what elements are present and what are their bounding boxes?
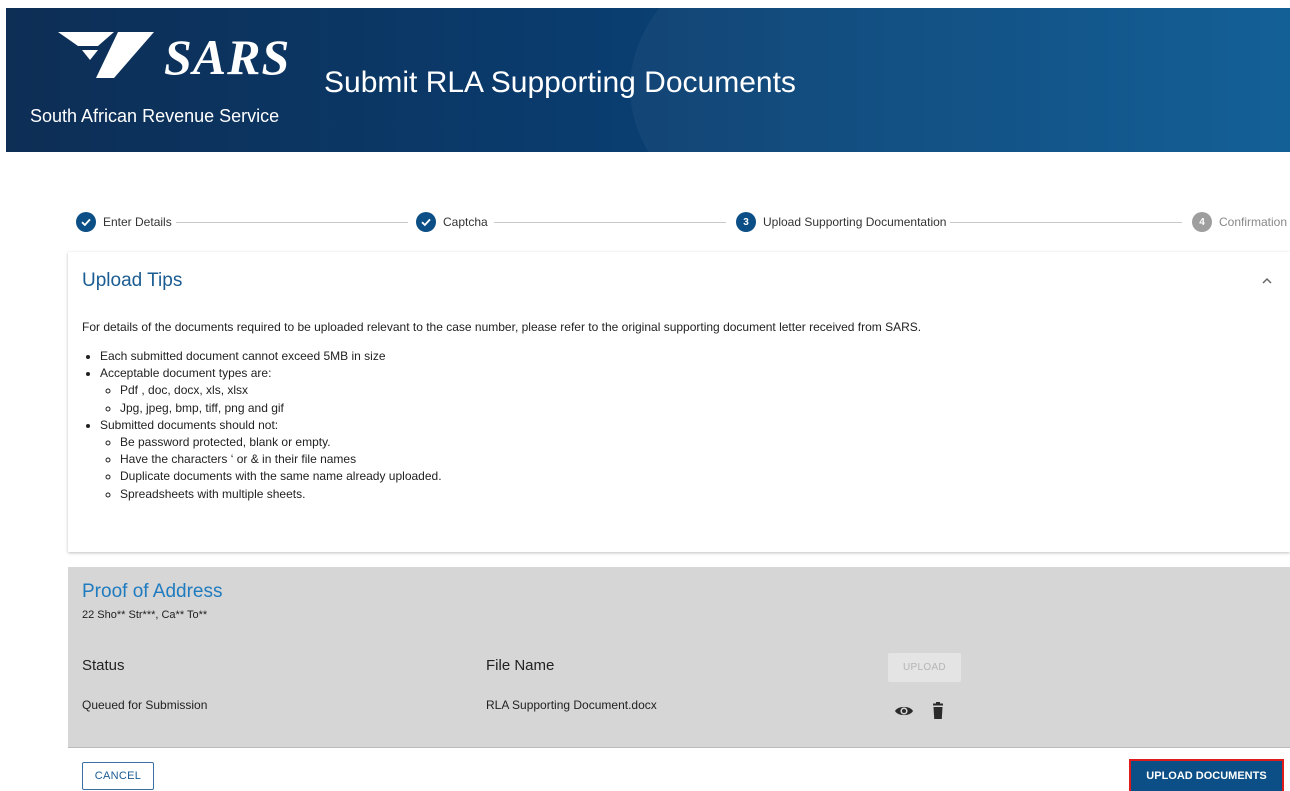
list-item: Pdf , doc, docx, xls, xlsx [120,382,442,399]
step-enter-details[interactable]: Enter Details [76,212,172,232]
list-item: Have the characters ‘ or & in their file… [120,451,442,468]
step-captcha[interactable]: Captcha [416,212,488,232]
header-subtitle: South African Revenue Service [30,106,280,126]
step-label: Upload Supporting Documentation [763,215,947,229]
step-confirmation: 4 Confirmation [1192,212,1287,232]
list-item: Spreadsheets with multiple sheets. [120,486,442,503]
list-item: Jpg, jpeg, bmp, tiff, png and gif [120,400,442,417]
document-address: 22 Sho** Str***, Ca** To** [82,609,208,621]
step-connector [176,222,408,223]
list-item: Be password protected, blank or empty. [120,434,442,451]
status-column-header: Status [82,657,125,674]
chevron-up-icon[interactable] [1260,274,1274,288]
status-value: Queued for Submission [82,698,208,712]
step-upload-supporting-documentation[interactable]: 3 Upload Supporting Documentation [736,212,946,232]
step-number: 4 [1192,212,1212,232]
file-name-value: RLA Supporting Document.docx [486,698,657,712]
list-item: Submitted documents should not: Be passw… [100,417,442,503]
page-title: Submit RLA Supporting Documents [324,66,796,99]
logo-text: SARS [164,29,291,85]
upload-tips-card: Upload Tips For details of the documents… [68,252,1290,552]
upload-button[interactable]: UPLOAD [888,653,961,682]
trash-icon[interactable] [928,701,948,721]
sars-logo-icon [58,32,154,78]
step-label: Captcha [443,215,488,229]
progress-stepper: Enter Details Captcha 3 Upload Supportin… [76,212,1290,234]
app-header: SARS South African Revenue Service Submi… [6,8,1290,152]
step-label: Enter Details [103,215,172,229]
check-icon [76,212,96,232]
eye-icon[interactable] [894,701,914,721]
step-number: 3 [736,212,756,232]
file-name-column-header: File Name [486,657,555,674]
step-label: Confirmation [1219,215,1288,229]
list-item: Acceptable document types are: Pdf , doc… [100,365,442,417]
list-item: Each submitted document cannot exceed 5M… [100,348,442,365]
list-item: Duplicate documents with the same name a… [120,468,442,485]
upload-documents-button[interactable]: UPLOAD DOCUMENTS [1129,759,1284,791]
upload-tips-intro: For details of the documents required to… [82,320,922,334]
sars-logo: SARS [54,26,294,86]
step-connector [950,222,1182,223]
upload-tips-title: Upload Tips [82,270,183,291]
step-connector [494,222,726,223]
document-title: Proof of Address [82,581,223,602]
proof-of-address-panel: Proof of Address 22 Sho** Str***, Ca** T… [68,567,1290,748]
upload-tips-list: Each submitted document cannot exceed 5M… [82,348,442,503]
cancel-button[interactable]: CANCEL [82,762,154,790]
check-icon [416,212,436,232]
